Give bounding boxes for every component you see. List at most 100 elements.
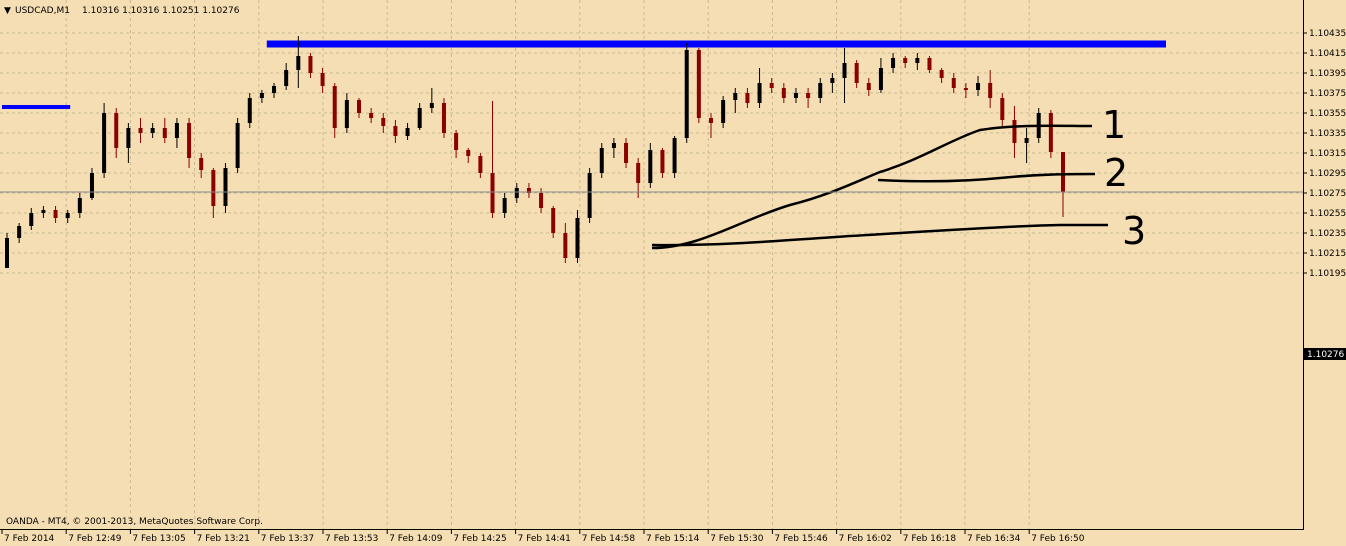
chart-header: ▼ USDCAD,M1 1.10316 1.10316 1.10251 1.10… [4,6,240,16]
candle-body [490,173,495,213]
candle-body [53,210,58,218]
candle-body [976,83,981,90]
copyright-notice: OANDA - MT4, © 2001-2013, MetaQuotes Sof… [6,517,263,527]
x-tick-label: 7 Feb 16:02 [839,534,892,544]
x-tick-label: 7 Feb 13:21 [197,534,250,544]
candle-body [830,78,835,83]
x-tick-label: 7 Feb 13:53 [325,534,378,544]
candle-body [102,113,107,173]
candle-body [575,218,580,258]
candle-body [915,58,920,63]
candle-body [636,163,641,183]
candle-body [284,70,289,86]
y-tick-label: 1.10215 [1309,249,1346,259]
candle-body [1012,120,1017,143]
candle-body [648,150,653,183]
candle-body [466,150,471,156]
candle-body [1048,113,1053,152]
candle-body [1000,98,1005,120]
candle-body [235,123,240,168]
candle-body [551,208,556,233]
candle-body [211,170,216,206]
x-tick-label: 7 Feb 2014 [4,534,55,544]
x-tick-label: 7 Feb 12:49 [68,534,122,544]
candle-body [1061,152,1065,192]
candle-body [162,128,167,138]
candle-body [41,210,46,213]
candle-body [733,93,738,100]
candle-body [272,86,277,93]
candle-body [891,58,896,68]
x-tick-label: 7 Feb 15:30 [710,534,764,544]
candle-body [963,88,968,90]
candle-body [818,83,823,98]
candle-body [65,213,70,218]
x-tick-label: 7 Feb 15:14 [646,534,700,544]
x-tick-label: 7 Feb 14:25 [453,534,506,544]
candle-body [696,50,701,118]
candle-body [903,58,908,63]
candle-body [441,103,446,133]
candle-body [417,108,422,128]
candle-body [187,123,192,158]
candle-body [939,70,944,78]
y-tick-label: 1.10295 [1309,169,1346,179]
y-tick-label: 1.10375 [1309,89,1346,99]
candle-body [138,128,143,133]
y-tick-label: 1.10435 [1309,29,1346,39]
candle-body [599,148,604,173]
candle-body [878,68,883,90]
x-tick-label: 7 Feb 14:58 [582,534,636,544]
x-tick-label: 7 Feb 13:37 [261,534,314,544]
price-chart[interactable]: 1 2 3 1.10435 1.10415 1.10395 1.10375 1.1035… [0,0,1346,546]
y-tick-label: 1.10275 [1309,189,1346,199]
y-tick-label: 1.10195 [1309,269,1346,279]
candle-body [951,78,956,88]
candle-body [866,83,871,90]
candle-body [684,50,689,138]
candle-body [988,83,993,98]
candle-body [126,128,131,148]
candle-body [174,123,179,138]
x-tick-label: 7 Feb 16:18 [903,534,957,544]
candle-body [1024,138,1029,143]
x-tick-label: 7 Feb 14:09 [389,534,443,544]
candle-body [296,56,301,70]
candle-body [114,113,119,148]
candle-body [769,83,774,88]
candle-body [223,168,228,206]
y-tick-label: 1.10355 [1309,109,1346,119]
candle-body [587,173,592,218]
candle-body [781,88,786,98]
candle-body [757,83,762,103]
candle-body [927,58,932,70]
candle-body [611,143,616,148]
y-tick-label: 1.10415 [1309,49,1346,59]
current-price-label: 1.10276 [1307,350,1344,360]
y-tick-label: 1.10395 [1309,69,1346,79]
collapse-arrow-icon[interactable]: ▼ [4,6,11,16]
annotation-1: 1 [1102,103,1126,147]
candle-body [624,143,629,163]
symbol-label: USDCAD,M1 [15,6,70,16]
x-tick-label: 7 Feb 15:46 [774,534,828,544]
candle-body [842,63,847,78]
candle-body [405,128,410,136]
x-tick-label: 7 Feb 14:41 [518,534,571,544]
candle-body [381,118,386,126]
current-price-tag: 1.10276 [1304,348,1346,360]
candle-body [854,63,859,83]
candle-body [709,118,713,123]
candle-body [5,238,9,268]
candle-body [793,93,798,98]
candle-body [539,193,544,208]
x-tick-label: 7 Feb 16:34 [967,534,1021,544]
candle-body [357,100,361,113]
candle-body [806,93,811,98]
candle-body [332,86,337,128]
candle-body [660,150,665,173]
y-tick-label: 1.10255 [1309,209,1346,219]
candle-body [199,158,204,170]
candle-body [259,93,264,98]
candle-body [29,213,34,226]
